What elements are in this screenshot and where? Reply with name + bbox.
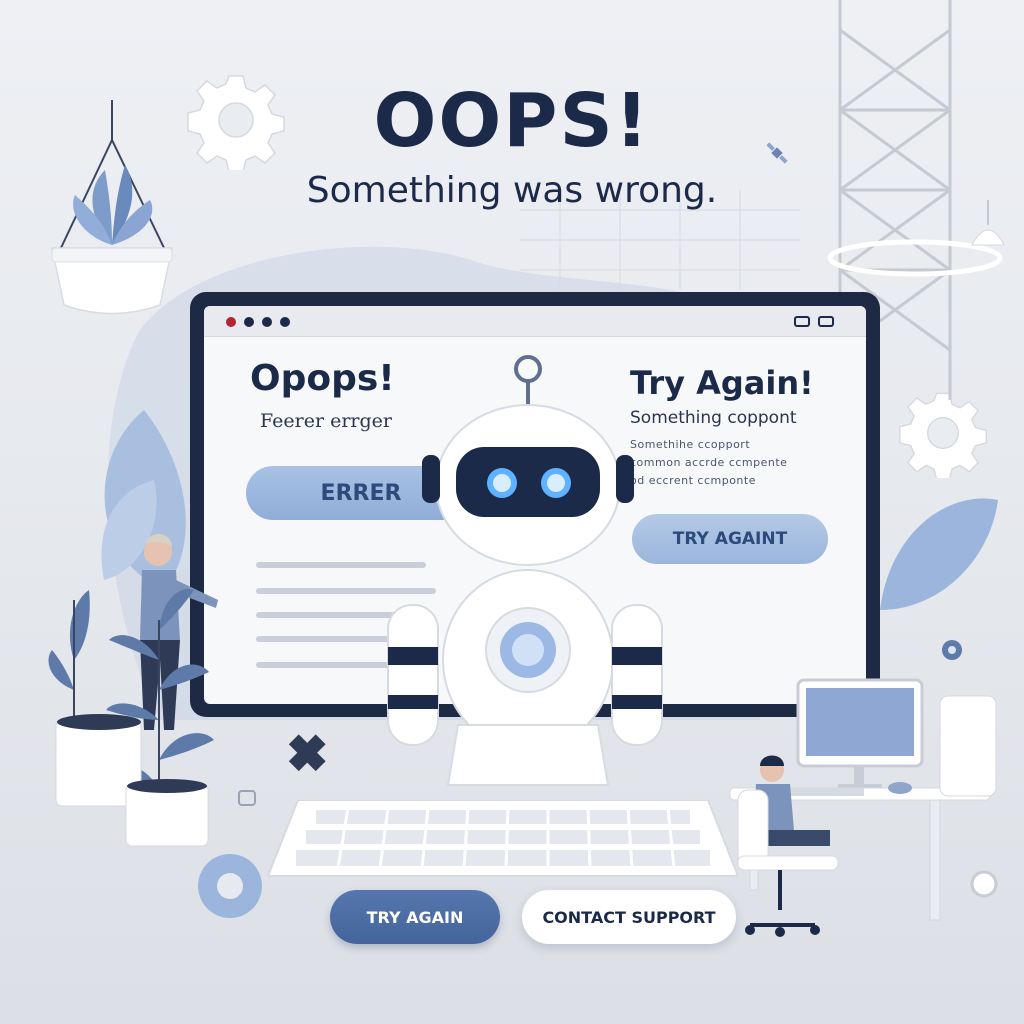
potted-plant-icon xyxy=(48,589,214,847)
small-nut-icon xyxy=(238,790,256,806)
page-subtitle: Something was wrong. xyxy=(306,170,718,211)
keyboard-icon xyxy=(268,800,738,877)
maximize-dot[interactable] xyxy=(262,317,272,327)
window-control-icon[interactable] xyxy=(818,316,834,327)
leaf-decoration xyxy=(880,498,998,610)
close-dot[interactable] xyxy=(226,317,236,327)
minimize-dot[interactable] xyxy=(244,317,254,327)
window-control-icon[interactable] xyxy=(794,316,810,327)
desk-worker-scene xyxy=(729,640,998,937)
robot-mascot xyxy=(387,355,663,786)
extra-dot[interactable] xyxy=(280,317,290,327)
contact-support-button[interactable]: CONTACT SUPPORT xyxy=(522,890,736,944)
browser-titlebar xyxy=(204,306,866,337)
puzzle-icon xyxy=(288,734,326,772)
page-title: OOPS! xyxy=(373,78,651,164)
try-again-button[interactable]: TRY AGAIN xyxy=(330,890,500,944)
screen-title: Opops! xyxy=(250,358,395,399)
ring-decoration xyxy=(198,854,262,918)
screen-subtitle: Feerer errger xyxy=(260,410,392,432)
